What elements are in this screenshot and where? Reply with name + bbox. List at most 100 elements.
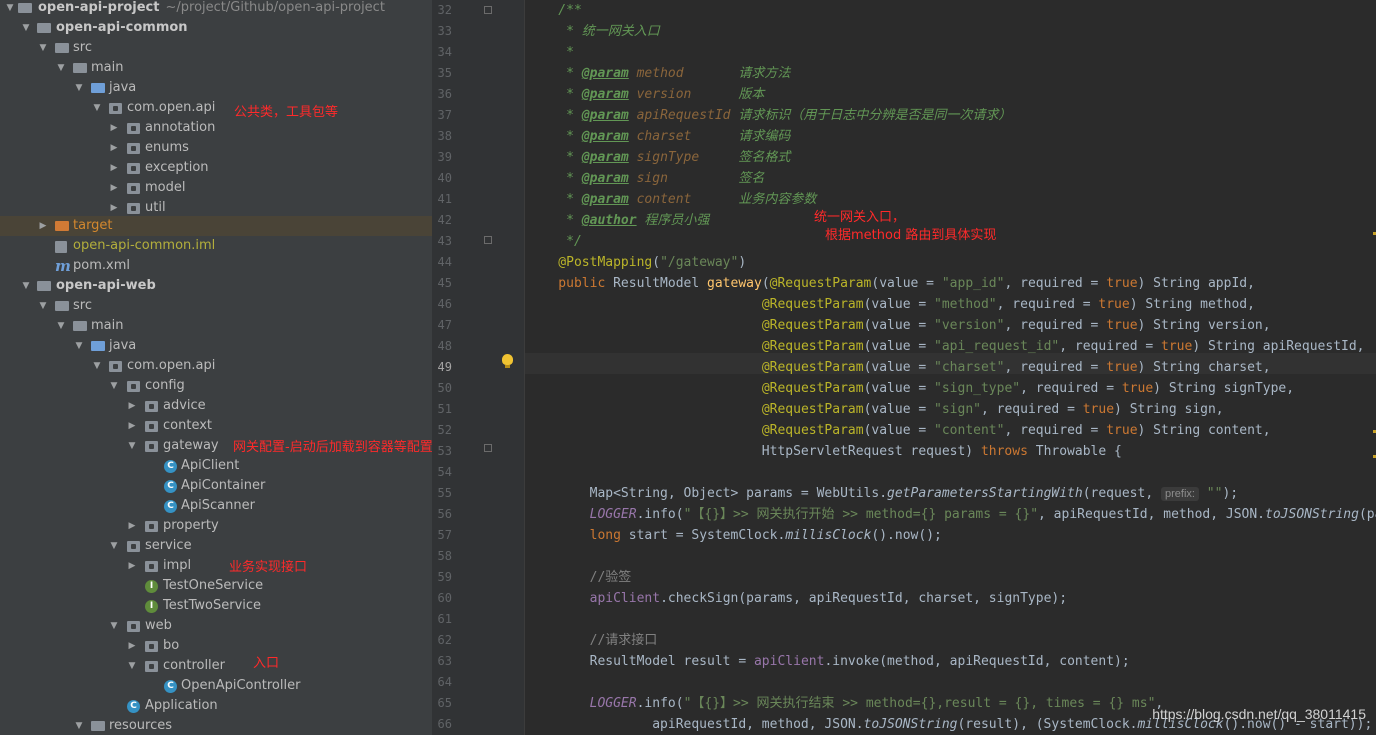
- tree-row-package[interactable]: ▼ com.open.api: [0, 356, 432, 376]
- expand-arrow-icon[interactable]: ▼: [55, 58, 67, 78]
- expand-arrow-icon[interactable]: ▼: [55, 316, 67, 336]
- tree-label: target: [73, 218, 113, 233]
- expand-arrow-icon[interactable]: ▼: [126, 436, 138, 456]
- expand-arrow-icon[interactable]: ▼: [73, 336, 85, 356]
- code-line: * 统一网关入口: [527, 24, 660, 39]
- tree-row-package[interactable]: ▼ com.open.api: [0, 98, 432, 118]
- tree-row-apicontainer[interactable]: C ApiContainer: [0, 476, 432, 496]
- tree-row-iml[interactable]: open-api-common.iml: [0, 236, 432, 256]
- tree-row-property[interactable]: ▶ property: [0, 516, 432, 536]
- tree-row-testoneservice[interactable]: I TestOneService: [0, 576, 432, 596]
- project-path: ~/project/Github/open-api-project: [165, 0, 385, 15]
- folder-icon: [73, 321, 87, 331]
- code-line: * @author 程序员小强: [527, 213, 710, 228]
- tree-row-src[interactable]: ▼ src: [0, 296, 432, 316]
- line-number: 44: [437, 255, 452, 269]
- tree-row-module-common[interactable]: ▼ open-api-common: [0, 18, 432, 38]
- spring-class-icon: C: [127, 700, 140, 713]
- expand-arrow-icon[interactable]: ▼: [73, 716, 85, 735]
- expand-arrow-icon[interactable]: ▼: [108, 376, 120, 396]
- package-icon: [127, 621, 140, 632]
- tree-row-context[interactable]: ▶ context: [0, 416, 432, 436]
- code-line: HttpServletRequest request) throws Throw…: [527, 444, 1122, 459]
- line-number: 49: [437, 360, 452, 374]
- collapsed-arrow-icon[interactable]: ▶: [108, 118, 120, 138]
- line-number: 58: [437, 549, 452, 563]
- tree-row-apiclient[interactable]: C ApiClient: [0, 456, 432, 476]
- line-number: 57: [437, 528, 452, 542]
- expand-arrow-icon[interactable]: ▼: [73, 78, 85, 98]
- fold-marker-icon[interactable]: [484, 444, 492, 452]
- tree-row-application[interactable]: C Application: [0, 696, 432, 716]
- tree-row-exception[interactable]: ▶ exception: [0, 158, 432, 178]
- line-number: 61: [437, 612, 452, 626]
- annotation-gateway: 网关配置-启动后加载到容器等配置: [233, 440, 432, 455]
- expand-arrow-icon[interactable]: ▼: [91, 98, 103, 118]
- lightbulb-intention-icon[interactable]: [502, 354, 513, 368]
- collapsed-arrow-icon[interactable]: ▶: [126, 416, 138, 436]
- fold-marker-icon[interactable]: [484, 236, 492, 244]
- code-line: @RequestParam(value = "version", require…: [761, 318, 1271, 333]
- collapsed-arrow-icon[interactable]: ▶: [126, 636, 138, 656]
- tree-row-config[interactable]: ▼ config: [0, 376, 432, 396]
- module-folder-icon: [37, 23, 51, 33]
- tree-row-service[interactable]: ▼ service: [0, 536, 432, 556]
- tree-row-enums[interactable]: ▶ enums: [0, 138, 432, 158]
- tree-label: advice: [163, 398, 206, 413]
- tree-row-annotation[interactable]: ▶ annotation: [0, 118, 432, 138]
- tree-row-model[interactable]: ▶ model: [0, 178, 432, 198]
- code-line: * @param apiRequestId 请求标识（用于日志中分辨是否是同一次…: [527, 108, 1012, 123]
- expand-arrow-icon[interactable]: ▼: [37, 296, 49, 316]
- collapsed-arrow-icon[interactable]: ▶: [37, 216, 49, 236]
- collapsed-arrow-icon[interactable]: ▶: [108, 138, 120, 158]
- tree-row-src[interactable]: ▼ src: [0, 38, 432, 58]
- collapsed-arrow-icon[interactable]: ▶: [126, 556, 138, 576]
- tree-label: bo: [163, 638, 180, 653]
- expand-arrow-icon[interactable]: ▼: [91, 356, 103, 376]
- fold-marker-icon[interactable]: [484, 6, 492, 14]
- tree-row-bo[interactable]: ▶ bo: [0, 636, 432, 656]
- tree-row-util[interactable]: ▶ util: [0, 198, 432, 218]
- expand-arrow-icon[interactable]: ▼: [108, 616, 120, 636]
- expand-arrow-icon[interactable]: ▼: [20, 276, 32, 296]
- module-folder-icon: [37, 281, 51, 291]
- tree-row-module-web[interactable]: ▼ open-api-web: [0, 276, 432, 296]
- maven-icon: m: [55, 257, 71, 275]
- line-number: 48: [437, 339, 452, 353]
- tree-row-pom[interactable]: m pom.xml: [0, 256, 432, 276]
- expand-arrow-icon[interactable]: ▼: [108, 536, 120, 556]
- tree-row-impl[interactable]: ▶ impl: [0, 556, 432, 576]
- expand-arrow-icon[interactable]: ▼: [37, 38, 49, 58]
- collapsed-arrow-icon[interactable]: ▶: [126, 516, 138, 536]
- tree-label: OpenApiController: [181, 678, 301, 693]
- tree-row-openapicontroller[interactable]: C OpenApiController: [0, 676, 432, 696]
- expand-arrow-icon[interactable]: ▼: [4, 0, 16, 18]
- tree-row-web[interactable]: ▼ web: [0, 616, 432, 636]
- collapsed-arrow-icon[interactable]: ▶: [108, 158, 120, 178]
- tree-row-target[interactable]: ▶ target: [0, 216, 432, 236]
- package-icon: [145, 521, 158, 532]
- class-icon: C: [164, 500, 177, 513]
- line-number: 53: [437, 444, 452, 458]
- tree-row-project[interactable]: ▼ open-api-project ~/project/Github/open-…: [0, 0, 432, 18]
- expand-arrow-icon[interactable]: ▼: [20, 18, 32, 38]
- collapsed-arrow-icon[interactable]: ▶: [108, 198, 120, 218]
- class-icon: C: [164, 460, 177, 473]
- interface-icon: I: [145, 580, 158, 593]
- collapsed-arrow-icon[interactable]: ▶: [126, 396, 138, 416]
- expand-arrow-icon[interactable]: ▼: [126, 656, 138, 676]
- tree-row-resources[interactable]: ▼ resources: [0, 716, 432, 735]
- tree-label: util: [145, 200, 166, 215]
- code-editor[interactable]: 32 33 34 35 36 37 38 39 40 41 42 43 44 45 46 47 48 49 50 51…: [432, 0, 1376, 735]
- tree-row-java[interactable]: ▼ java: [0, 336, 432, 356]
- package-icon: [109, 103, 122, 114]
- tree-row-main[interactable]: ▼ main: [0, 58, 432, 78]
- code-line: //请求接口: [589, 633, 658, 648]
- collapsed-arrow-icon[interactable]: ▶: [108, 178, 120, 198]
- tree-row-testtwoservice[interactable]: I TestTwoService: [0, 596, 432, 616]
- tree-row-advice[interactable]: ▶ advice: [0, 396, 432, 416]
- tree-row-apiscanner[interactable]: C ApiScanner: [0, 496, 432, 516]
- tree-row-controller[interactable]: ▼ controller: [0, 656, 432, 676]
- tree-row-main[interactable]: ▼ main: [0, 316, 432, 336]
- tree-row-java[interactable]: ▼ java: [0, 78, 432, 98]
